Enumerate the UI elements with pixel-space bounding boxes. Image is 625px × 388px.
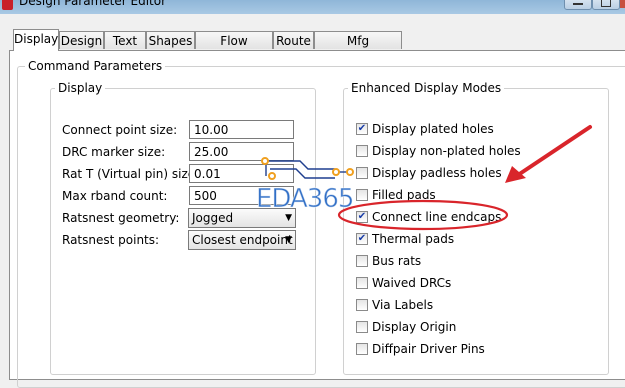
checkbox[interactable] [356, 343, 368, 355]
title-bar: Design Parameter Editor [0, 0, 625, 14]
option-label: Filled pads [372, 188, 436, 202]
checkbox[interactable] [356, 321, 368, 333]
checkbox[interactable] [356, 255, 368, 267]
connect-point-size-label: Connect point size: [62, 123, 178, 137]
watermark-logo: EDA365 [255, 184, 354, 215]
ratsnest-points-value: Closest endpoint [192, 233, 293, 247]
maximize-icon[interactable] [592, 0, 620, 10]
option-label: Display Origin [372, 320, 457, 334]
window-title: Design Parameter Editor [19, 0, 167, 8]
tab-design[interactable]: Design [59, 31, 104, 49]
drc-marker-size-input[interactable] [189, 142, 294, 161]
minimize-icon[interactable] [564, 0, 592, 10]
enhanced-display-modes-label: Enhanced Display Modes [348, 81, 505, 95]
tab-text[interactable]: Text [104, 31, 146, 49]
checkbox[interactable] [356, 277, 368, 289]
option-label: Bus rats [372, 254, 422, 268]
rat-t-size-input[interactable] [189, 164, 294, 183]
app-icon [2, 0, 13, 10]
chevron-down-icon[interactable]: ▼ [285, 231, 292, 249]
option-label: Thermal pads [372, 232, 455, 246]
checkbox[interactable] [356, 167, 368, 179]
ratsnest-points-select[interactable]: Closest endpoint ▼ [188, 230, 296, 250]
checkbox[interactable] [356, 299, 368, 311]
option-label: Display non-plated holes [372, 144, 521, 158]
checkbox[interactable] [356, 145, 368, 157]
ratsnest-points-label: Ratsnest points: [62, 233, 160, 247]
rat-t-size-label: Rat T (Virtual pin) size: [62, 167, 200, 181]
drc-marker-size-label: DRC marker size: [62, 145, 166, 159]
option-label: Display plated holes [372, 122, 494, 136]
tab-shapes[interactable]: Shapes [146, 31, 195, 49]
display-group-label: Display [55, 81, 106, 95]
option-label: Waived DRCs [372, 276, 452, 290]
checkbox[interactable]: ✔ [356, 211, 368, 223]
command-parameters-label: Command Parameters [25, 59, 166, 73]
ratsnest-geometry-label: Ratsnest geometry: [62, 211, 180, 225]
checkbox[interactable]: ✔ [356, 233, 368, 245]
tab-mfg-applications[interactable]: Mfg Applications [314, 31, 402, 66]
tab-display[interactable]: Display [13, 29, 59, 51]
ratsnest-geometry-value: Jogged [192, 211, 234, 225]
option-label: Connect line endcaps [372, 210, 502, 224]
tab-route[interactable]: Route [273, 31, 314, 49]
close-button[interactable] [620, 0, 625, 8]
option-label: Diffpair Driver Pins [372, 342, 485, 356]
checkbox[interactable] [356, 189, 368, 201]
option-label: Via Labels [372, 298, 434, 312]
checkbox[interactable]: ✔ [356, 123, 368, 135]
tab-flow-planning[interactable]: Flow Planning [195, 31, 273, 66]
connect-point-size-input[interactable] [189, 120, 294, 139]
option-label: Display padless holes [372, 166, 502, 180]
max-rband-count-label: Max rband count: [62, 189, 168, 203]
